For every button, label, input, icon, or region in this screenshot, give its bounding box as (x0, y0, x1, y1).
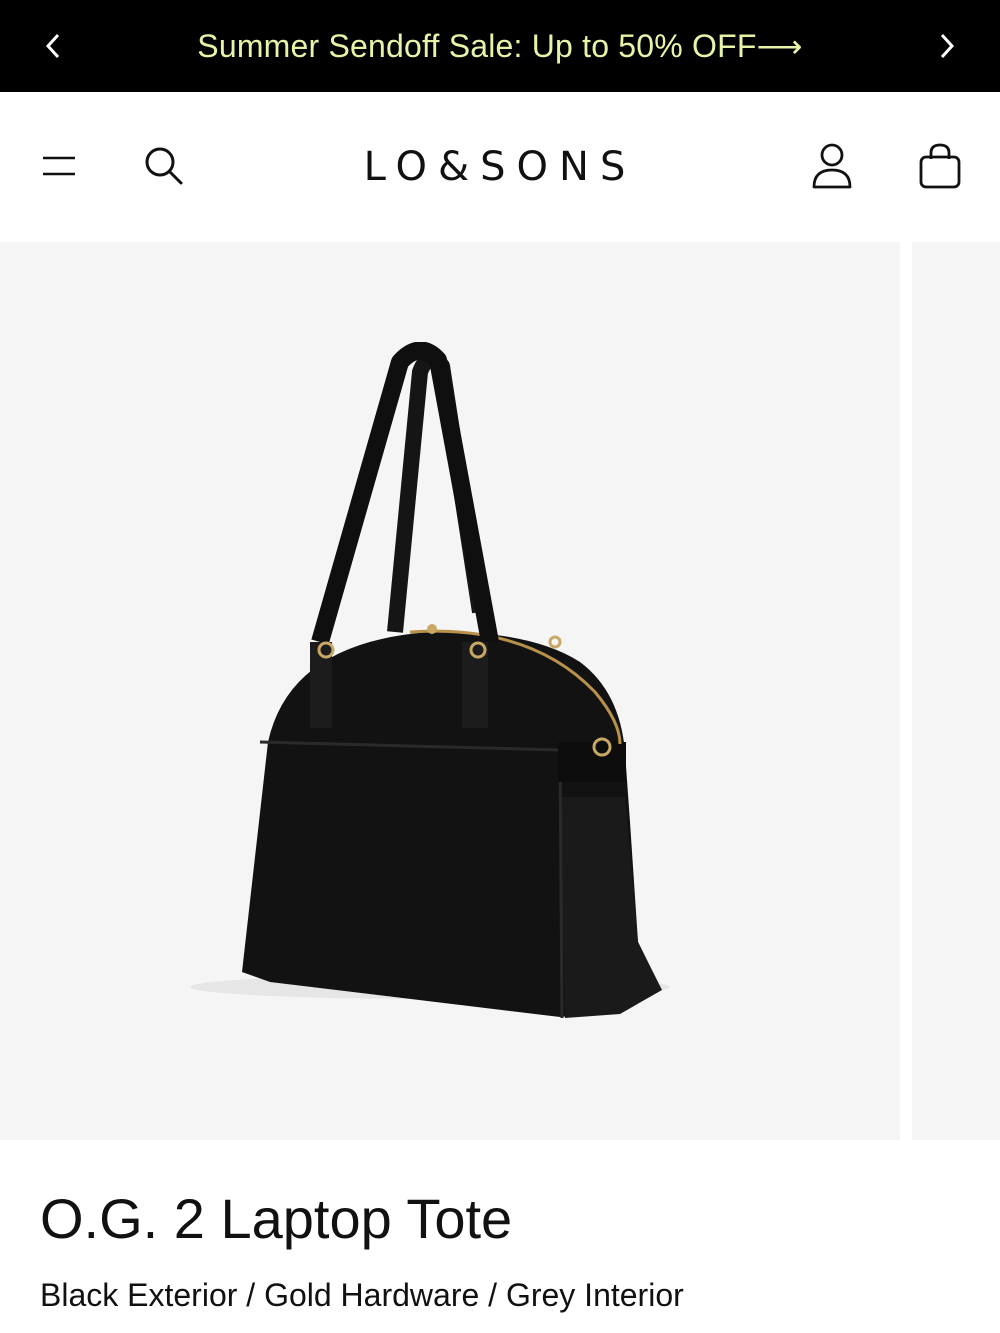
account-icon[interactable] (806, 140, 858, 192)
search-icon[interactable] (140, 142, 188, 190)
site-header: LO&SONS (0, 92, 1000, 242)
shopping-bag-icon[interactable] (914, 140, 966, 192)
next-image-slide[interactable] (912, 242, 1000, 1140)
promo-banner[interactable]: Summer Sendoff Sale: Up to 50% OFF⟶ (0, 0, 1000, 92)
promo-text[interactable]: Summer Sendoff Sale: Up to 50% OFF⟶ (197, 27, 802, 65)
chevron-left-icon[interactable] (30, 22, 78, 70)
menu-icon[interactable] (34, 142, 82, 190)
product-image (190, 342, 670, 1019)
product-title: O.G. 2 Laptop Tote (40, 1187, 513, 1250)
product-gallery[interactable] (0, 242, 1000, 1140)
product-image-slide[interactable] (0, 242, 900, 1140)
chevron-right-icon[interactable] (922, 22, 970, 70)
brand-logo[interactable]: LO&SONS (300, 144, 700, 190)
product-variant: Black Exterior / Gold Hardware / Grey In… (40, 1277, 684, 1313)
